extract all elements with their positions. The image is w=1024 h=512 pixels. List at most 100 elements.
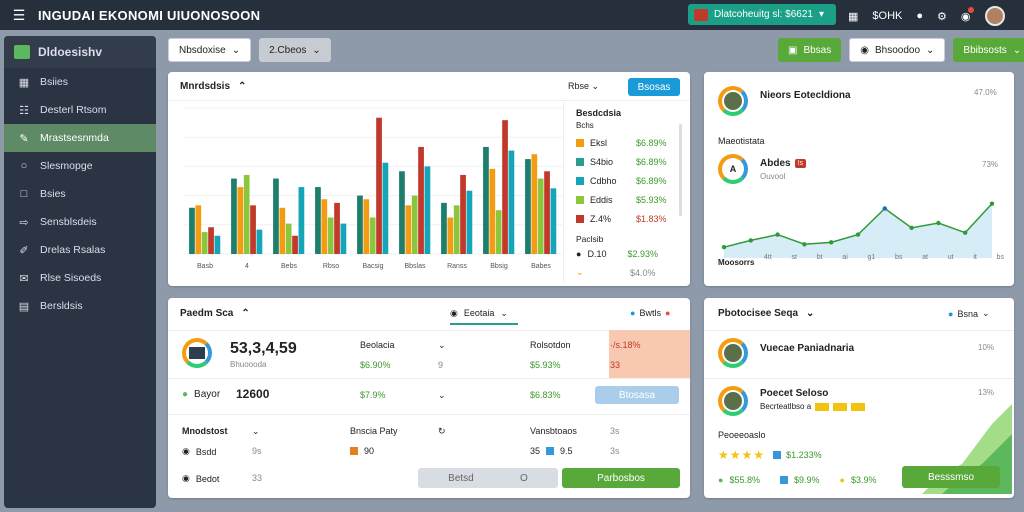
row-2-label: Bayor (194, 389, 221, 400)
legend-value: $6.89% (636, 175, 667, 186)
row-5-button-2[interactable]: Parbosbos (562, 468, 680, 488)
plus-icon: ▣ (788, 44, 798, 56)
bar (357, 195, 363, 254)
status-badge: !s (794, 159, 807, 168)
bar (340, 223, 347, 254)
line-point (748, 238, 753, 243)
account-chip[interactable]: Dlatcoheuitg sl: $6621 ▾ (688, 4, 836, 25)
filter-dropdown-1[interactable]: Nbsdoxise ⌄ (168, 38, 252, 62)
sidebar-item-label: Desterl Rtsom (40, 104, 107, 116)
x-tick-label: bt (816, 254, 823, 261)
chevron-down-icon[interactable]: ⌄ (982, 308, 990, 319)
performance-title: Paedm Sca (180, 308, 234, 319)
chevron-up-icon[interactable]: ⌃ (241, 308, 249, 319)
line-area (724, 203, 992, 258)
star-icon: ★ (741, 448, 753, 462)
row-3-col-3: 3s (610, 426, 620, 436)
top-label[interactable]: $OHK (872, 10, 902, 22)
layers-icon[interactable]: ☰ (10, 6, 28, 24)
bar (321, 199, 328, 254)
chevron-down-icon[interactable]: ⌄ (438, 390, 446, 401)
close-icon[interactable]: ● (665, 308, 670, 318)
row-5-button-1[interactable]: Betsd O (418, 468, 558, 488)
gear-icon[interactable]: ⚙ (937, 10, 947, 23)
bar (315, 187, 321, 254)
swatch-icon (779, 476, 788, 484)
filter-dropdown-2[interactable]: 2.Cbeos ⌄ (259, 38, 331, 62)
row-4-val-4: 9.5 (560, 446, 573, 456)
star-icon: ★ (753, 448, 765, 462)
sidebar-item[interactable]: ✉ Rlse Sisoeds (4, 264, 156, 292)
sidebar-item[interactable]: ✐ Drelas Rsalas (4, 236, 156, 264)
sidebar-item[interactable]: ⇨ Sensblsdeis (4, 208, 156, 236)
sidebar-item[interactable]: ▦ Bsiies (4, 68, 156, 96)
bar (550, 188, 557, 254)
line-point (882, 206, 887, 211)
scrollbar[interactable] (679, 124, 682, 216)
bar (424, 166, 431, 254)
action-button-1[interactable]: ▣ Bbsas (778, 38, 842, 62)
radio-icon[interactable]: ◉ (182, 473, 190, 484)
refresh-icon[interactable]: ↻ (438, 426, 446, 437)
row-5-val: 33 (252, 473, 263, 483)
avatar[interactable] (984, 6, 1005, 26)
legend-item: Eksl $6.89% (576, 133, 686, 152)
bar (292, 235, 298, 254)
sidebar-item[interactable]: ○ Slesmopge (4, 152, 156, 180)
chevron-down-icon: ⌄ (500, 307, 508, 318)
chart-legend: Besdcdsia Bchs Eksl $6.89% S4bio $6.89% Cdbh… (576, 108, 686, 282)
bar (214, 235, 221, 254)
perf-badge[interactable]: Bwtls (639, 308, 661, 318)
chart-button[interactable]: Bsosas (628, 78, 680, 96)
x-tick-label: ai (842, 254, 848, 261)
performance-filter[interactable]: ◉ Eeotaia ⌄ (450, 303, 518, 325)
app-logo-icon (14, 45, 30, 59)
promotions-badge[interactable]: Bsna (957, 309, 978, 319)
table-icon: ▤ (18, 300, 30, 313)
chevron-down-icon[interactable]: ⌄ (438, 340, 446, 351)
action-button-2[interactable]: ◉ Bhsoodoo ⌄ (849, 38, 946, 62)
promo-value-1: $55.8% (729, 475, 760, 485)
legend-value: $1.83% (636, 213, 667, 224)
summary-name: Abdes (760, 158, 791, 169)
action-button-3[interactable]: Bbibsosts ⌄ (953, 38, 1024, 62)
sidebar-item[interactable]: ✎ Mrastsesnmda (4, 124, 156, 152)
swatch-icon (546, 447, 555, 455)
sidebar-item[interactable]: □ Bsies (4, 180, 156, 208)
sidebar-item[interactable]: ☷ Desterl Rtsom (4, 96, 156, 124)
bar (399, 171, 405, 254)
col-3-label: ·/s.18% (610, 340, 641, 350)
wallet-icon (694, 8, 708, 21)
bell-icon[interactable]: ● (916, 10, 923, 22)
x-tick-label: Bbslas (404, 263, 426, 270)
sidebar-item-label: Drelas Rsalas (40, 244, 106, 256)
grid-icon[interactable]: ▦ (848, 10, 858, 23)
bar (237, 187, 244, 254)
promotions-button-label: Besssmso (927, 471, 975, 483)
chevron-up-icon[interactable]: ⌃ (238, 81, 246, 92)
rating-value: $1.233% (786, 450, 822, 460)
radio-icon[interactable]: ◉ (182, 446, 190, 457)
row-4-val-5: 3s (610, 446, 620, 456)
chevron-down-icon[interactable]: ⌄ (252, 426, 260, 437)
promotions-button[interactable]: Besssmso (902, 466, 1000, 488)
bar (334, 202, 340, 254)
row-5-label: Bedot (195, 473, 220, 484)
row-2-button[interactable]: Btosasa (595, 386, 679, 404)
x-tick-label: it (973, 254, 977, 261)
legend-item: S4bio $6.89% (576, 152, 686, 171)
sidebar-item-label: Rlse Sisoeds (40, 272, 102, 284)
chevron-down-icon[interactable]: ⌄ (806, 308, 814, 319)
dot-icon: ● (718, 475, 724, 485)
bar (279, 207, 286, 254)
bar (525, 159, 531, 254)
bar (460, 174, 466, 254)
sidebar-item[interactable]: ▤ Bersldsis (4, 292, 156, 320)
chart-dropdown[interactable]: Rbse ⌄ (568, 81, 599, 92)
chevron-down-icon: ⌄ (231, 44, 241, 56)
swatch-icon (576, 138, 584, 147)
sidebar-item-label: Slesmopge (40, 160, 93, 172)
bar (453, 205, 460, 254)
notification-icon[interactable]: ◉ (961, 6, 974, 23)
bar (250, 205, 256, 254)
